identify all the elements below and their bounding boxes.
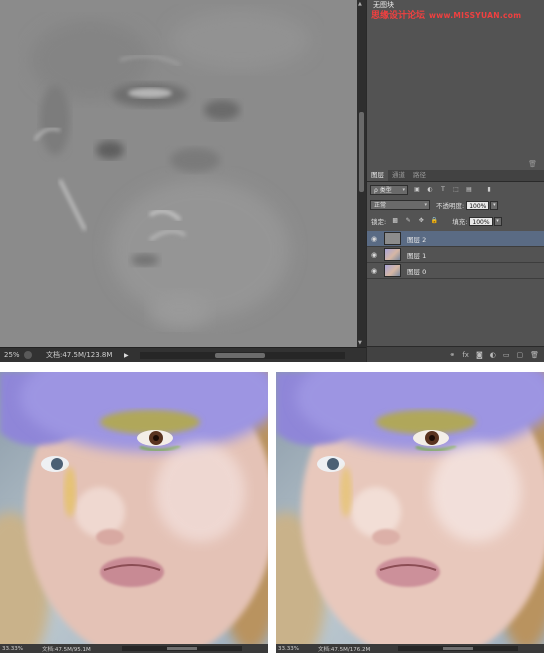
- link-layers-icon[interactable]: ⚭: [449, 351, 455, 359]
- lock-label: 锁定:: [371, 218, 387, 226]
- lock-move-icon[interactable]: ✥: [417, 217, 425, 225]
- upper-panel: 无图块 🗑: [367, 0, 544, 170]
- after-zoom-level[interactable]: 33.33%: [276, 646, 299, 652]
- visibility-eye-icon[interactable]: ◉: [367, 267, 381, 275]
- filter-toggle-icon[interactable]: ▮: [485, 186, 493, 194]
- lock-brush-icon[interactable]: ✎: [404, 217, 412, 225]
- fill-slider-arrow-icon[interactable]: ▾: [493, 216, 502, 226]
- layers-panel-tabs: 图层 通道 路径: [367, 170, 544, 182]
- portrait-photo-after: [276, 372, 544, 644]
- blend-opacity-row: 正常 ▾ 不透明度: 100% ▾: [367, 200, 544, 210]
- after-document-size: 文档:47.5M/176.2M: [318, 646, 371, 653]
- new-group-icon[interactable]: ▭: [503, 351, 510, 359]
- layer-filter-label: 类型: [379, 187, 392, 194]
- layer-style-icon[interactable]: fx: [462, 351, 469, 359]
- layer-row-2[interactable]: ◉ 图层 2: [367, 231, 544, 247]
- filter-type-icon[interactable]: T: [439, 186, 447, 194]
- vertical-scroll-thumb[interactable]: [359, 112, 364, 192]
- opacity-label: 不透明度:: [436, 202, 465, 210]
- scroll-up-arrow-icon[interactable]: ▲: [358, 1, 362, 7]
- layer-name[interactable]: 图层 0: [407, 266, 426, 276]
- horizontal-scrollbar[interactable]: [140, 351, 345, 359]
- filter-smart-object-icon[interactable]: ▤: [465, 186, 473, 194]
- lock-fill-row: 锁定: ▩ ✎ ✥ 🔒 填充: 100% ▾: [367, 216, 544, 226]
- opacity-slider-arrow-icon[interactable]: ▾: [490, 200, 499, 210]
- visibility-eye-icon[interactable]: ◉: [367, 235, 381, 243]
- document-canvas[interactable]: [0, 0, 357, 347]
- lock-all-icon[interactable]: 🔒: [430, 217, 438, 225]
- watermark-url: www.MISSYUAN.com: [429, 11, 522, 20]
- after-photo-panel: 33.33% 文档:47.5M/176.2M: [276, 372, 544, 653]
- trash-icon[interactable]: 🗑: [528, 160, 537, 168]
- visibility-eye-icon[interactable]: ◉: [367, 251, 381, 259]
- horizontal-scroll-thumb[interactable]: [215, 352, 265, 358]
- fill-label: 填充:: [452, 218, 468, 226]
- layer-filter-row: ρ 类型 ▾ ▣ ◐ T ⬚ ▤ ▮: [367, 185, 544, 195]
- search-icon: ρ: [374, 187, 378, 194]
- layers-panel-footer: ⚭ fx ◙ ◐ ▭ ▢ 🗑: [367, 346, 544, 362]
- document-size: 文档:47.5M/123.8M: [46, 351, 113, 359]
- tab-layers[interactable]: 图层: [367, 170, 388, 181]
- new-layer-icon[interactable]: ▢: [516, 351, 523, 359]
- status-menu-arrow-icon[interactable]: ▶: [124, 352, 134, 359]
- vertical-scrollbar[interactable]: ▲ ▼: [357, 0, 366, 347]
- after-photo-status-bar: 33.33% 文档:47.5M/176.2M: [276, 644, 544, 653]
- status-info-icon[interactable]: [24, 351, 32, 359]
- right-panel-dock: 无图块 🗑 图层 通道 路径 ρ 类型 ▾ ▣ ◐ T ⬚ ▤ ▮ 正常 ▾ 不…: [366, 0, 544, 362]
- high-pass-layer-image: [0, 0, 357, 347]
- lock-transparent-icon[interactable]: ▩: [391, 217, 399, 225]
- blend-mode-value: 正常: [374, 202, 387, 209]
- layer-thumbnail: [384, 248, 401, 261]
- filter-shape-icon[interactable]: ⬚: [452, 186, 460, 194]
- chevron-down-icon: ▾: [402, 187, 405, 193]
- zoom-level[interactable]: 25%: [0, 351, 24, 359]
- blend-mode-dropdown[interactable]: 正常 ▾: [370, 200, 430, 210]
- layer-name[interactable]: 图层 2: [407, 234, 426, 244]
- scroll-down-arrow-icon[interactable]: ▼: [358, 340, 362, 346]
- portrait-photo-before: [0, 372, 268, 644]
- opacity-input[interactable]: 100%: [466, 200, 490, 210]
- before-horizontal-scrollbar[interactable]: [122, 646, 242, 651]
- layer-name[interactable]: 图层 1: [407, 250, 426, 260]
- add-mask-icon[interactable]: ◙: [476, 351, 483, 359]
- before-photo-panel: 33.33% 文档:47.5M/95.1M: [0, 372, 268, 653]
- site-watermark: 思缘设计论坛 www.MISSYUAN.com: [371, 8, 521, 21]
- delete-layer-icon[interactable]: 🗑: [530, 351, 539, 359]
- layer-row-1[interactable]: ◉ 图层 1: [367, 247, 544, 263]
- layer-thumbnail: [384, 264, 401, 277]
- layer-filter-dropdown[interactable]: ρ 类型 ▾: [370, 185, 408, 195]
- layer-thumbnail: [384, 232, 401, 245]
- before-photo-status-bar: 33.33% 文档:47.5M/95.1M: [0, 644, 268, 653]
- filter-pixel-icon[interactable]: ▣: [413, 186, 421, 194]
- document-status-bar: 25% 文档:47.5M/123.8M ▶: [0, 347, 366, 362]
- chevron-down-icon: ▾: [424, 202, 427, 208]
- tab-channels[interactable]: 通道: [388, 170, 409, 181]
- filter-adjustment-icon[interactable]: ◐: [426, 186, 434, 194]
- photoshop-workspace: ▲ ▼ 25% 文档:47.5M/123.8M ▶ 无图块 🗑 图层 通道 路径…: [0, 0, 544, 362]
- before-zoom-level[interactable]: 33.33%: [0, 646, 23, 652]
- fill-input[interactable]: 100%: [469, 216, 493, 226]
- watermark-title: 思缘设计论坛: [371, 11, 426, 21]
- after-horizontal-scrollbar[interactable]: [398, 646, 518, 651]
- tab-paths[interactable]: 路径: [409, 170, 430, 181]
- before-document-size: 文档:47.5M/95.1M: [42, 646, 91, 653]
- layer-row-0[interactable]: ◉ 图层 0: [367, 263, 544, 279]
- adjustment-layer-icon[interactable]: ◐: [490, 351, 496, 359]
